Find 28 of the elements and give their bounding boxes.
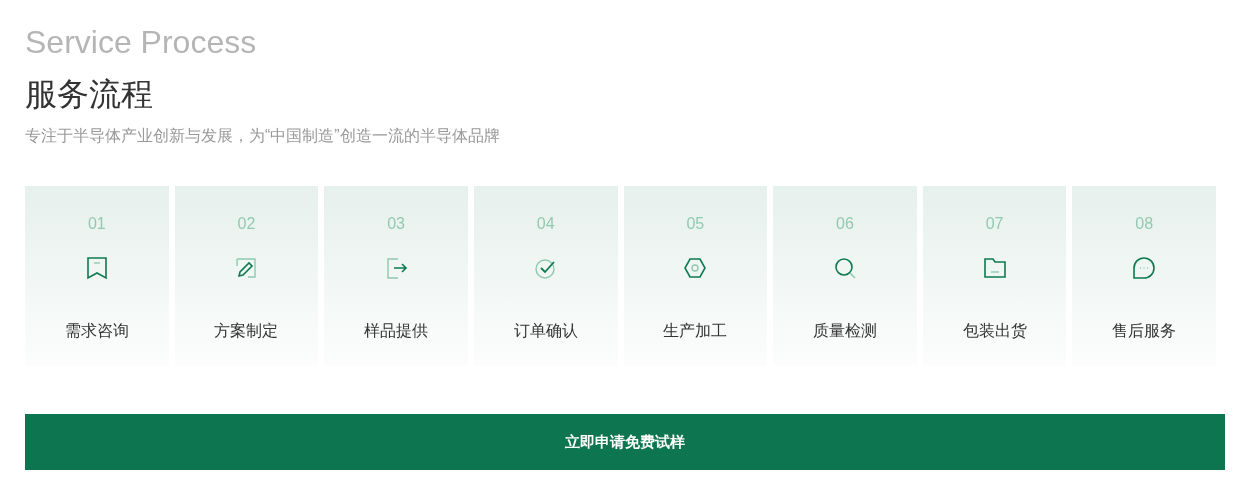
apply-sample-button[interactable]: 立即申请免费试样 (25, 414, 1225, 470)
step-number: 05 (686, 214, 705, 234)
step-number: 02 (237, 214, 256, 234)
step-label: 订单确认 (513, 321, 578, 341)
exit-arrow-icon (384, 256, 409, 280)
step-label: 方案制定 (214, 321, 279, 341)
step-label: 质量检测 (812, 321, 877, 341)
step-label: 需求咨询 (64, 321, 129, 341)
section-title: 服务流程 (25, 75, 154, 114)
step-number: 01 (87, 214, 106, 234)
step-number: 04 (536, 214, 555, 234)
step-number: 07 (985, 214, 1004, 234)
pencil-icon (234, 256, 259, 280)
check-circle-icon (533, 256, 558, 280)
step-number: 03 (387, 214, 405, 234)
search-icon (832, 256, 857, 280)
step-label: 生产加工 (663, 321, 728, 341)
step-number: 08 (1135, 214, 1154, 234)
step-label: 样品提供 (364, 321, 429, 341)
step-label: 售后服务 (1112, 321, 1177, 341)
hexagon-nut-icon (683, 256, 708, 280)
folder-icon (982, 256, 1007, 280)
subtitle: 专注于半导体产业创新与发展，为“中国制造”创造一流的半导体品牌 (25, 126, 501, 146)
bookmark-icon (84, 256, 109, 280)
english-heading: Service Process (25, 23, 258, 62)
step-number: 06 (836, 214, 854, 234)
step-label: 包装出货 (962, 321, 1027, 341)
chat-bubble-icon (1132, 256, 1157, 280)
